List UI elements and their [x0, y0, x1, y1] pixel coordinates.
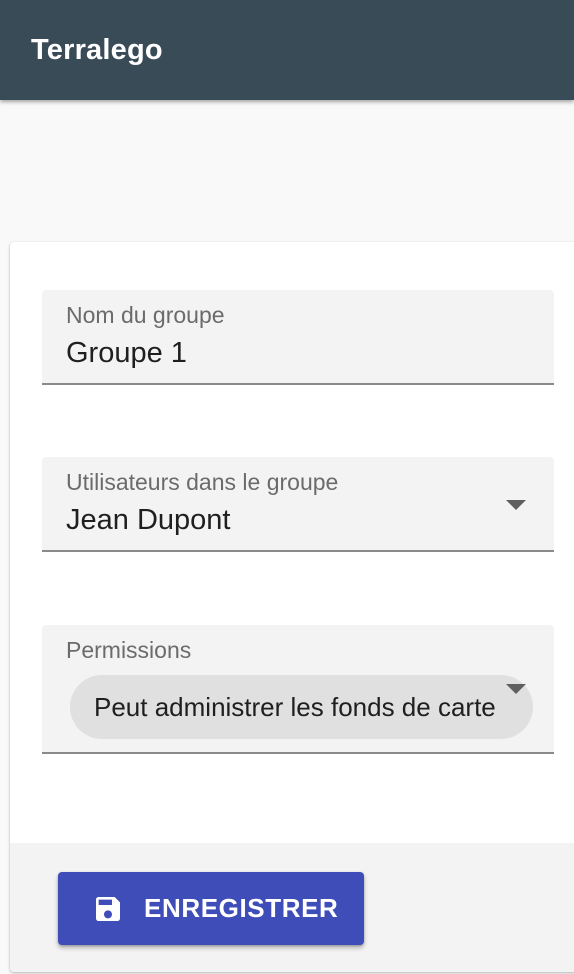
permissions-select[interactable]: Permissions Peut administrer les fonds d…: [42, 625, 554, 754]
users-dropdown-arrow-icon[interactable]: [506, 500, 526, 510]
save-button-label: ENREGISTRER: [144, 893, 339, 923]
app-title: Terralego: [31, 33, 163, 66]
users-label: Utilisateurs dans le groupe: [66, 469, 339, 495]
form-actions-footer: ENREGISTRER: [10, 843, 574, 972]
group-form-card: Nom du groupe Groupe 1 Utilisateurs dans…: [10, 242, 574, 972]
permission-chip[interactable]: Peut administrer les fonds de carte: [70, 675, 533, 739]
users-select[interactable]: Utilisateurs dans le groupe Jean Dupont: [42, 457, 554, 552]
group-name-field[interactable]: Nom du groupe Groupe 1: [42, 290, 554, 385]
group-name-label: Nom du groupe: [66, 302, 225, 328]
users-selected-value[interactable]: Jean Dupont: [66, 504, 230, 537]
save-button[interactable]: ENREGISTRER: [58, 872, 364, 945]
permissions-label: Permissions: [66, 637, 192, 663]
floppy-disk-icon: [96, 896, 120, 921]
permissions-dropdown-arrow-icon[interactable]: [506, 684, 526, 694]
group-name-input[interactable]: Groupe 1: [66, 337, 187, 370]
app-bar: Terralego: [0, 0, 574, 100]
